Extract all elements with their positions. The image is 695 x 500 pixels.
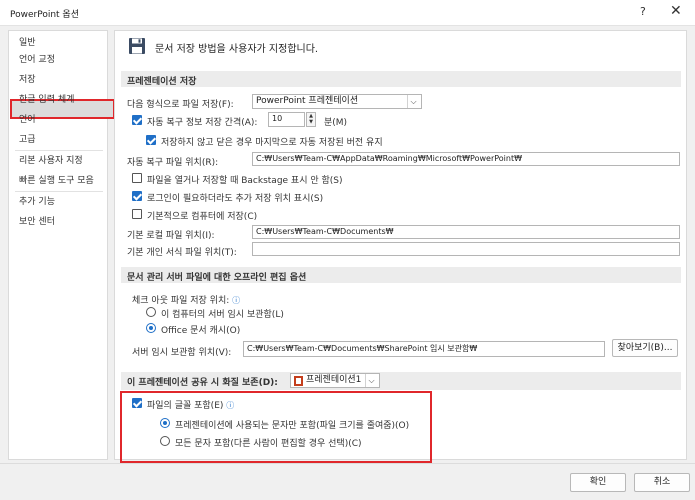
page-header: 문서 저장 방법을 사용자가 지정합니다.	[155, 44, 319, 55]
sidebar-separator	[15, 191, 103, 192]
save-to-computer-checkbox[interactable]	[132, 209, 142, 219]
powerpoint-file-icon	[294, 376, 303, 386]
sidebar-item-customize-ribbon[interactable]: 리본 사용자 지정	[19, 154, 83, 168]
sidebar-item-quick-access[interactable]: 빠른 실행 도구 모음	[19, 174, 94, 188]
autorecover-spinner[interactable]: ▲ ▼	[306, 112, 316, 127]
sidebar-item-advanced[interactable]: 고급	[19, 133, 36, 147]
section-header-offline: 문서 관리 서버 파일에 대한 오프라인 편집 옵션	[121, 267, 681, 283]
highlight-box-embed-fonts	[120, 391, 432, 463]
keep-last-version-label: 저장하지 않고 닫은 경우 마지막으로 자동 저장된 버전 유지	[161, 138, 383, 148]
server-drafts-location-label: 서버 임시 보관함 위치(V):	[132, 348, 232, 358]
keep-last-version-checkbox[interactable]	[146, 135, 156, 145]
chevron-down-icon: ⌵	[407, 95, 419, 108]
sidebar-separator	[15, 150, 103, 151]
help-button[interactable]: ?	[640, 5, 646, 18]
autorecover-label: 자동 복구 정보 저장 간격(A):	[147, 118, 258, 128]
presentation-value: 프레젠테이션1	[306, 375, 362, 385]
show-locations-label: 로그인이 필요하더라도 추가 저장 위치 표시(S)	[147, 194, 324, 204]
info-icon: ⓘ	[232, 296, 241, 305]
ok-button[interactable]: 확인	[570, 473, 626, 492]
personal-templates-input[interactable]	[252, 242, 680, 256]
footer-separator	[0, 463, 695, 464]
local-location-label: 기본 로컬 파일 위치(I):	[127, 231, 215, 241]
backstage-label: 파일을 열거나 저장할 때 Backstage 표시 안 함(S)	[147, 176, 343, 186]
sidebar-item-language[interactable]: 언어	[19, 113, 36, 127]
radio-office-cache[interactable]	[146, 323, 156, 333]
save-to-computer-label: 기본적으로 컴퓨터에 저장(C)	[147, 212, 258, 222]
save-disk-icon	[129, 38, 145, 54]
sidebar-item-add-ins[interactable]: 추가 기능	[19, 195, 55, 209]
section-title: 프레젠테이션 저장	[127, 77, 197, 87]
sidebar-item-general[interactable]: 일반	[19, 36, 36, 50]
sidebar-item-trust-center[interactable]: 보안 센터	[19, 215, 55, 229]
local-location-input[interactable]: C:₩Users₩Team-C₩Documents₩	[252, 225, 680, 239]
chevron-down-icon: ⌵	[365, 374, 377, 387]
save-format-value: PowerPoint 프레젠테이션	[256, 96, 359, 106]
radio-office-cache-label: Office 문서 캐시(O)	[161, 326, 241, 336]
minutes-label: 분(M)	[324, 118, 348, 128]
autorecover-minutes-input[interactable]: 10	[268, 112, 305, 127]
checkout-label: 체크 아웃 파일 저장 위치: ⓘ	[132, 293, 240, 306]
cancel-button[interactable]: 취소	[634, 473, 690, 492]
personal-templates-label: 기본 개인 서식 파일 위치(T):	[127, 248, 237, 258]
sidebar-item-korean-input[interactable]: 한글 입력 체계	[19, 93, 74, 107]
format-label: 다음 형식으로 파일 저장(F):	[127, 100, 234, 110]
section-title: 문서 관리 서버 파일에 대한 오프라인 편집 옵션	[127, 273, 307, 283]
title-bar: PowerPoint 옵션 ? ✕	[0, 0, 695, 26]
section-header-fidelity: 이 프레젠테이션 공유 시 화질 보존(D):	[121, 372, 681, 390]
section-title: 이 프레젠테이션 공유 시 화질 보존(D):	[127, 378, 278, 388]
save-format-dropdown[interactable]: PowerPoint 프레젠테이션 ⌵	[252, 94, 422, 109]
window-title: PowerPoint 옵션	[10, 10, 79, 20]
autorecover-location-input[interactable]: C:₩Users₩Team-C₩AppData₩Roaming₩Microsof…	[252, 152, 680, 166]
autorecover-checkbox[interactable]	[132, 115, 142, 125]
close-button[interactable]: ✕	[670, 3, 682, 19]
browse-button[interactable]: 찾아보기(B)...	[612, 339, 678, 357]
section-header-save: 프레젠테이션 저장	[121, 71, 681, 87]
sidebar-item-save[interactable]: 저장	[19, 73, 36, 87]
server-drafts-location-input[interactable]: C:₩Users₩Team-C₩Documents₩SharePoint 임시 …	[243, 341, 605, 357]
presentation-dropdown[interactable]: 프레젠테이션1 ⌵	[290, 373, 380, 388]
checkout-label-text: 체크 아웃 파일 저장 위치:	[132, 296, 230, 306]
radio-server-drafts-label: 이 컴퓨터의 서버 임시 보관함(L)	[161, 310, 284, 320]
sidebar: 일반 언어 교정 저장 한글 입력 체계 언어 고급 리본 사용자 지정 빠른 …	[8, 30, 115, 460]
sidebar-item-proofing[interactable]: 언어 교정	[19, 53, 55, 67]
autorecover-location-label: 자동 복구 파일 위치(R):	[127, 158, 219, 168]
content-pane: 문서 저장 방법을 사용자가 지정합니다. 프레젠테이션 저장 다음 형식으로 …	[114, 30, 687, 463]
backstage-checkbox[interactable]	[132, 173, 142, 183]
show-locations-checkbox[interactable]	[132, 191, 142, 201]
radio-server-drafts[interactable]	[146, 307, 156, 317]
